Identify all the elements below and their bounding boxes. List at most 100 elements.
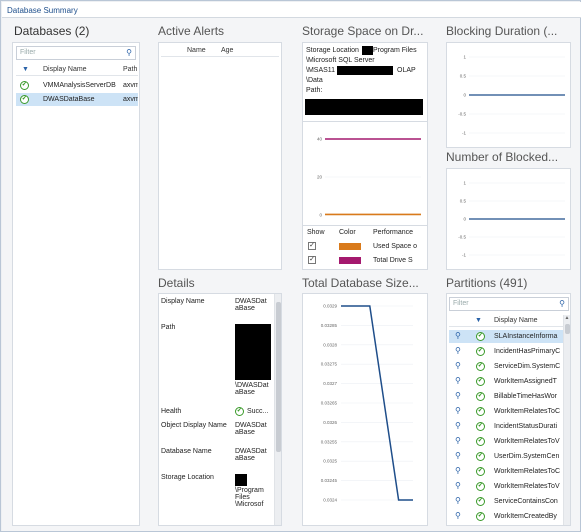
partition-name: BillableTimeHasWor bbox=[494, 393, 558, 400]
storage-chart: 0 20 40 bbox=[317, 137, 422, 218]
search-icon[interactable]: ⚲ bbox=[455, 361, 461, 370]
details-scrollbar[interactable] bbox=[274, 294, 281, 525]
healthy-check-icon: ✓ bbox=[476, 467, 485, 476]
partition-name: SLAInstanceInforma bbox=[494, 333, 558, 340]
search-icon[interactable]: ⚲ bbox=[559, 299, 565, 308]
detail-value: \DWASDat aBase bbox=[235, 382, 269, 396]
total-db-size-title: Total Database Size... bbox=[302, 276, 419, 290]
partition-name: WorkItemCreatedBy bbox=[494, 513, 557, 520]
divider bbox=[303, 225, 427, 226]
partition-row[interactable]: ⚲ ✓ IncidentStatusDurati bbox=[449, 420, 563, 433]
partition-row[interactable]: ⚲ ✓ BillableTimeHasWor bbox=[449, 390, 563, 403]
partition-row[interactable]: ⚲ ✓ WorkItemCreatedBy bbox=[449, 510, 563, 523]
partition-name: WorkItemRelatesToV bbox=[494, 438, 560, 445]
number-blocked-panel: 1 0.5 0 -0.5 -1 bbox=[446, 168, 571, 270]
search-icon[interactable]: ⚲ bbox=[455, 406, 461, 415]
search-icon[interactable]: ⚲ bbox=[455, 436, 461, 445]
partition-row[interactable]: ⚲ ✓ WorkItemRelatesToC bbox=[449, 405, 563, 418]
sort-arrow-icon[interactable]: ▼ bbox=[22, 66, 29, 73]
search-icon[interactable]: ⚲ bbox=[455, 331, 461, 340]
col-display-name[interactable]: Display Name bbox=[43, 66, 87, 73]
search-icon[interactable]: ⚲ bbox=[455, 511, 461, 520]
y-tick-label: 0.03255 bbox=[321, 439, 338, 444]
partition-row[interactable]: ⚲ ✓ WorkItemAssignedT bbox=[449, 375, 563, 388]
detail-value: Succ... bbox=[247, 408, 269, 415]
detail-label: Object Display Name bbox=[161, 422, 227, 429]
y-tick-label: 0 bbox=[463, 217, 466, 222]
database-name: VMMAnalysisServerDB bbox=[43, 82, 116, 89]
storage-location-line4: \Data bbox=[306, 77, 323, 84]
search-icon[interactable]: ⚲ bbox=[455, 451, 461, 460]
healthy-check-icon: ✓ bbox=[476, 452, 485, 461]
scrollbar-thumb[interactable] bbox=[276, 302, 281, 452]
number-blocked-chart: 1 0.5 0 -0.5 -1 bbox=[458, 181, 566, 258]
databases-header: ▼ Display Name Path bbox=[16, 64, 138, 76]
scroll-up-icon[interactable]: ▲ bbox=[564, 315, 570, 322]
y-tick-label: 0.0324 bbox=[323, 498, 337, 503]
window-title: Database Summary bbox=[2, 2, 581, 18]
storage-title: Storage Space on Dr... bbox=[302, 24, 424, 38]
database-row-selected[interactable]: ✓ DWASDataBase axvm bbox=[16, 93, 138, 106]
sort-arrow-icon[interactable]: ▼ bbox=[475, 317, 482, 324]
y-tick-label: 0.03275 bbox=[321, 362, 338, 367]
databases-filter-input[interactable]: Filter ⚲ bbox=[16, 46, 136, 60]
y-tick-label: -1 bbox=[462, 253, 466, 258]
database-row[interactable]: ✓ VMMAnalysisServerDB axvm bbox=[16, 79, 138, 92]
healthy-check-icon: ✓ bbox=[476, 377, 485, 386]
active-alerts-title: Active Alerts bbox=[158, 24, 225, 38]
search-icon[interactable]: ⚲ bbox=[126, 48, 132, 57]
y-tick-label: -0.5 bbox=[458, 112, 466, 117]
database-path: axvm bbox=[123, 82, 138, 89]
total-db-size-chart: 0.0329 0.03285 0.0328 0.03275 0.0327 0.03265 0… bbox=[321, 304, 414, 503]
scrollbar-thumb[interactable] bbox=[565, 324, 570, 334]
partition-name: WorkItemRelatesToC bbox=[494, 408, 561, 415]
partition-row[interactable]: ⚲ ✓ ServiceContainsCon bbox=[449, 495, 563, 508]
redacted-block bbox=[235, 324, 271, 380]
partition-row[interactable]: ⚲ ✓ WorkItemRelatesToV bbox=[449, 435, 563, 448]
search-icon[interactable]: ⚲ bbox=[455, 346, 461, 355]
healthy-check-icon: ✓ bbox=[476, 422, 485, 431]
partition-row[interactable]: ⚲ ✓ SLAInstanceInforma bbox=[449, 330, 563, 343]
blocking-duration-title: Blocking Duration (... bbox=[446, 24, 558, 38]
partitions-header: ▼ Display Name bbox=[449, 315, 563, 327]
col-age[interactable]: Age bbox=[221, 47, 233, 54]
y-tick-label: -1 bbox=[462, 131, 466, 136]
search-icon[interactable]: ⚲ bbox=[455, 466, 461, 475]
partitions-filter-input[interactable]: Filter ⚲ bbox=[449, 297, 569, 311]
total-drive-swatch bbox=[339, 257, 361, 264]
col-path[interactable]: Path bbox=[123, 66, 137, 73]
search-icon[interactable]: ⚲ bbox=[455, 376, 461, 385]
partition-row[interactable]: ⚲ ✓ ServiceDim.SystemC bbox=[449, 360, 563, 373]
y-tick-label: 0.0329 bbox=[323, 304, 337, 309]
healthy-check-icon: ✓ bbox=[20, 81, 29, 90]
col-display-name[interactable]: Display Name bbox=[494, 317, 538, 324]
col-name[interactable]: Name bbox=[187, 47, 206, 54]
partition-row[interactable]: ⚲ ✓ IncidentHasPrimaryC bbox=[449, 345, 563, 358]
partition-row[interactable]: ⚲ ✓ WorkItemRelatesToV bbox=[449, 480, 563, 493]
alerts-header: Name Age bbox=[161, 45, 279, 57]
partition-row[interactable]: ⚲ ✓ WorkItemRelatesToC bbox=[449, 465, 563, 478]
partition-row[interactable]: ⚲ ✓ UserDim.SystemCen bbox=[449, 450, 563, 463]
legend-total-drive: Total Drive S bbox=[373, 257, 413, 264]
healthy-check-icon: ✓ bbox=[20, 95, 29, 104]
partitions-scrollbar[interactable]: ▲ bbox=[563, 315, 570, 525]
search-icon[interactable]: ⚲ bbox=[455, 496, 461, 505]
y-tick-label: 0.03265 bbox=[321, 401, 338, 406]
y-tick-label: -0.5 bbox=[458, 235, 466, 240]
search-icon[interactable]: ⚲ bbox=[455, 421, 461, 430]
blocking-duration-panel: 1 0.5 0 -0.5 -1 bbox=[446, 42, 571, 148]
success-check-icon: ✓ bbox=[235, 407, 244, 416]
redacted-block bbox=[337, 66, 393, 75]
show-total-drive-checkbox[interactable]: ✓ bbox=[308, 256, 316, 264]
storage-location-line3: \MSAS11 bbox=[306, 67, 336, 74]
healthy-check-icon: ✓ bbox=[476, 362, 485, 371]
healthy-check-icon: ✓ bbox=[476, 497, 485, 506]
show-used-space-checkbox[interactable]: ✓ bbox=[308, 242, 316, 250]
partition-name: ServiceContainsCon bbox=[494, 498, 558, 505]
search-icon[interactable]: ⚲ bbox=[455, 391, 461, 400]
divider bbox=[303, 121, 427, 122]
partition-name: UserDim.SystemCen bbox=[494, 453, 560, 460]
healthy-check-icon: ✓ bbox=[476, 347, 485, 356]
search-icon[interactable]: ⚲ bbox=[455, 481, 461, 490]
legend-col-color: Color bbox=[339, 229, 356, 236]
